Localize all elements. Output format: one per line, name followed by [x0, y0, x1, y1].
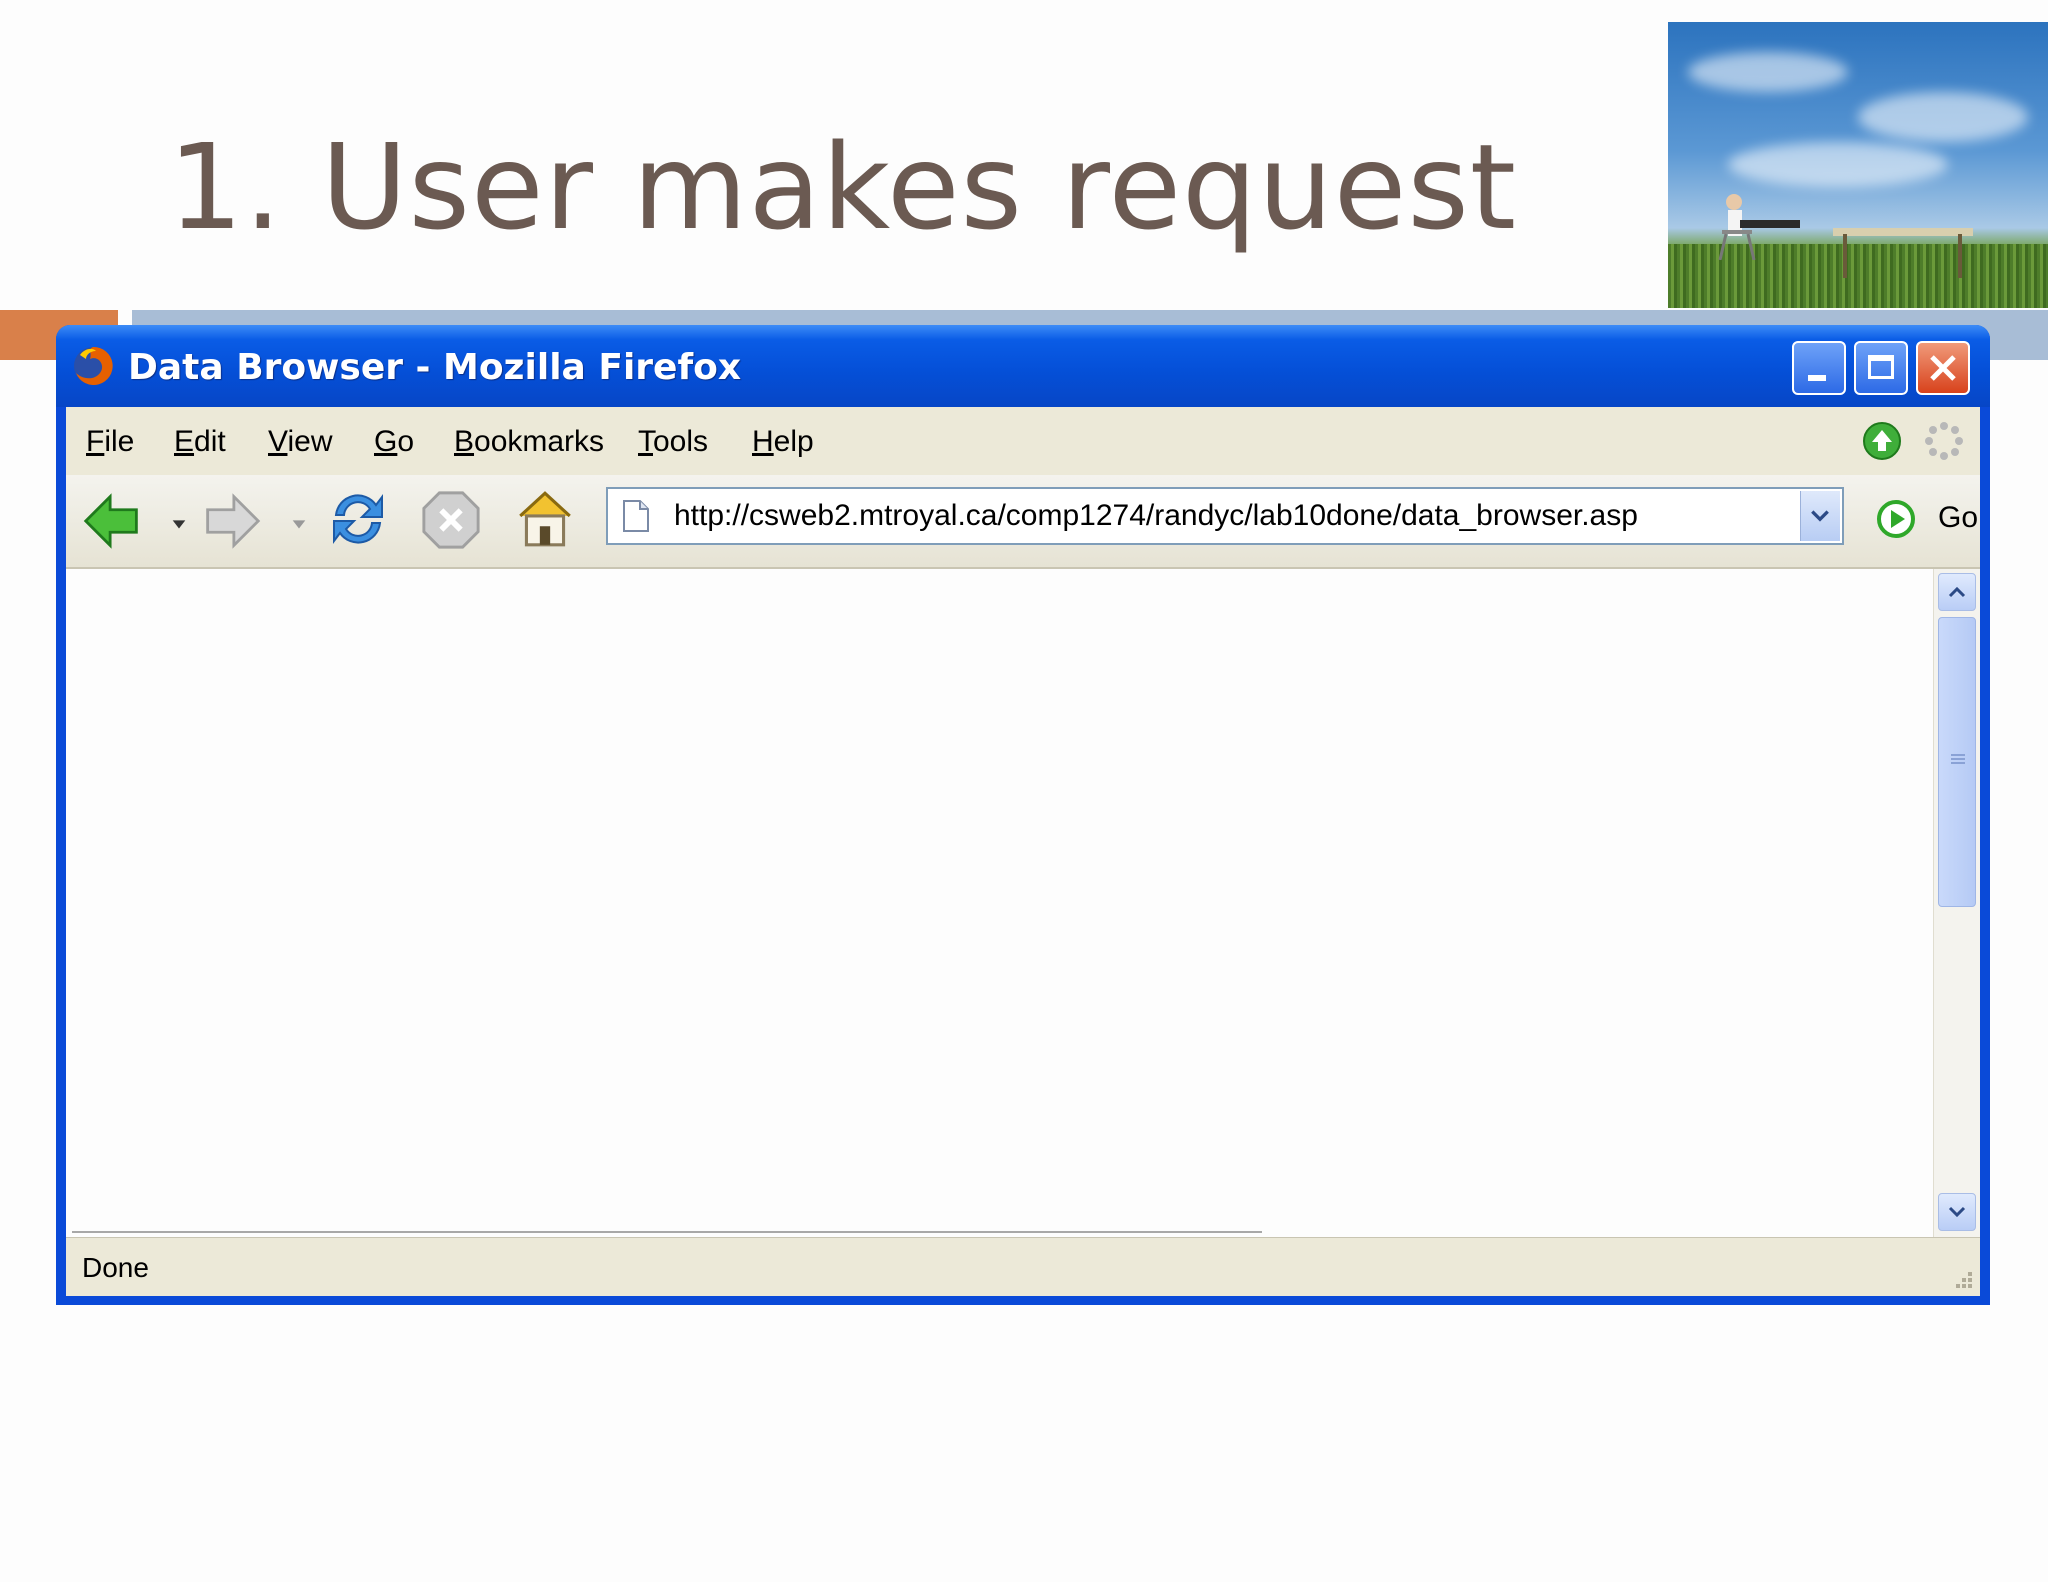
stop-icon[interactable]: [420, 489, 482, 551]
menu-file[interactable]: File: [86, 425, 134, 459]
close-button[interactable]: [1916, 341, 1970, 395]
url-input[interactable]: http://csweb2.mtroyal.ca/comp1274/randyc…: [674, 499, 1638, 533]
status-text: Done: [82, 1252, 149, 1283]
url-dropdown-button[interactable]: [1800, 491, 1840, 541]
reload-icon[interactable]: [326, 487, 390, 551]
maximize-button[interactable]: [1854, 341, 1908, 395]
go-button-label[interactable]: Go: [1938, 501, 1978, 535]
menu-bookmarks[interactable]: Bookmarks: [454, 425, 604, 459]
maximize-icon: [1868, 355, 1894, 379]
scroll-down-button[interactable]: [1938, 1193, 1976, 1231]
menu-help[interactable]: Help: [752, 425, 814, 459]
close-icon: [1930, 355, 1956, 381]
home-icon[interactable]: [512, 485, 578, 551]
relaxing-man-photo: [1668, 22, 2048, 308]
minimize-button[interactable]: [1792, 341, 1846, 395]
throbber-icon: [1925, 422, 1963, 460]
statusbar: Done: [66, 1237, 1980, 1296]
menu-go[interactable]: Go: [374, 425, 414, 459]
chevron-up-icon: [1948, 586, 1966, 598]
scroll-grip-icon: [1951, 754, 1965, 766]
url-bar[interactable]: http://csweb2.mtroyal.ca/comp1274/randyc…: [606, 487, 1844, 545]
browser-window: Data Browser - Mozilla Firefox File Edit…: [56, 325, 1990, 1305]
resize-grip-icon[interactable]: [1950, 1266, 1974, 1290]
go-arrow-icon[interactable]: [1876, 499, 1916, 539]
scroll-up-button[interactable]: [1938, 573, 1976, 611]
horizontal-scroll-line: [72, 1231, 1262, 1233]
menu-tools[interactable]: Tools: [638, 425, 708, 459]
firefox-logo-icon: [74, 346, 113, 385]
page-icon: [623, 500, 649, 532]
minimize-icon: [1808, 375, 1826, 381]
chevron-down-icon: [1811, 510, 1829, 522]
scroll-thumb[interactable]: [1938, 617, 1976, 907]
window-titlebar[interactable]: Data Browser - Mozilla Firefox: [56, 325, 1990, 407]
back-history-dropdown-icon[interactable]: [170, 515, 188, 533]
forward-history-dropdown-icon[interactable]: [290, 515, 308, 533]
slide-title: 1. User makes request: [168, 118, 1518, 256]
menu-view[interactable]: View: [268, 425, 332, 459]
navigation-toolbar: http://csweb2.mtroyal.ca/comp1274/randyc…: [66, 475, 1980, 569]
menubar: File Edit View Go Bookmarks Tools Help: [66, 407, 1980, 476]
vertical-scrollbar[interactable]: [1933, 569, 1980, 1237]
forward-arrow-icon[interactable]: [202, 491, 262, 551]
page-content-area[interactable]: [66, 569, 1980, 1237]
menu-edit[interactable]: Edit: [174, 425, 226, 459]
chevron-down-icon: [1948, 1206, 1966, 1218]
back-arrow-icon[interactable]: [82, 491, 142, 551]
update-available-icon[interactable]: [1862, 421, 1902, 461]
window-title: Data Browser - Mozilla Firefox: [128, 347, 742, 388]
